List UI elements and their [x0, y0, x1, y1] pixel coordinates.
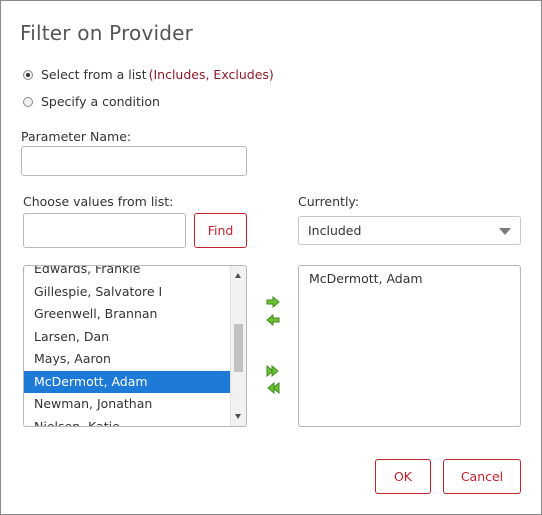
list-scrollbar[interactable] — [230, 266, 246, 426]
find-button[interactable]: Find — [194, 213, 247, 248]
double-arrow-right-icon[interactable] — [266, 365, 280, 377]
choose-values-label: Choose values from list: — [23, 194, 174, 209]
scroll-thumb[interactable] — [234, 324, 243, 372]
list-item[interactable]: Newman, Jonathan — [24, 393, 231, 416]
select-from-list-option[interactable]: Select from a list (Includes, Excludes) — [23, 67, 274, 82]
chevron-down-icon[interactable] — [499, 228, 511, 235]
list-item[interactable]: Edwards, Frankie — [24, 266, 231, 281]
list-item[interactable]: Nielsen, Katie — [24, 416, 231, 427]
select-from-list-hint: (Includes, Excludes) — [148, 67, 274, 82]
specify-condition-option[interactable]: Specify a condition — [23, 94, 160, 109]
scroll-up-icon[interactable] — [235, 273, 241, 278]
currently-selected-value: Included — [308, 223, 362, 238]
parameter-name-input[interactable] — [21, 146, 247, 176]
values-listbox[interactable]: Edwards, Frankie Gillespie, Salvatore I … — [23, 265, 247, 427]
parameter-name-label: Parameter Name: — [21, 129, 132, 144]
list-item[interactable]: McDermott, Adam — [309, 271, 423, 286]
arrow-left-icon[interactable] — [266, 314, 280, 326]
currently-label: Currently: — [298, 194, 360, 209]
double-arrow-left-icon[interactable] — [266, 382, 280, 394]
list-item[interactable]: Greenwell, Brannan — [24, 303, 231, 326]
filter-dialog: Filter on Provider Select from a list (I… — [0, 0, 542, 515]
currently-select[interactable]: Included — [298, 216, 521, 245]
values-search-input[interactable] — [23, 213, 186, 248]
values-list: Edwards, Frankie Gillespie, Salvatore I … — [24, 266, 231, 427]
currently-listbox[interactable]: McDermott, Adam — [298, 265, 521, 427]
select-from-list-radio[interactable] — [23, 69, 33, 80]
dialog-title: Filter on Provider — [20, 21, 194, 45]
cancel-button[interactable]: Cancel — [443, 459, 521, 494]
specify-condition-label: Specify a condition — [41, 94, 160, 109]
list-item[interactable]: Gillespie, Salvatore I — [24, 281, 231, 304]
specify-condition-radio[interactable] — [23, 96, 33, 107]
arrow-right-icon[interactable] — [266, 296, 280, 308]
select-from-list-label: Select from a list — [41, 67, 147, 82]
ok-button[interactable]: OK — [375, 459, 431, 494]
list-item-selected[interactable]: McDermott, Adam — [24, 370, 231, 393]
list-item[interactable]: Mays, Aaron — [24, 348, 231, 371]
list-item[interactable]: Larsen, Dan — [24, 326, 231, 349]
scroll-down-icon[interactable] — [235, 414, 241, 419]
